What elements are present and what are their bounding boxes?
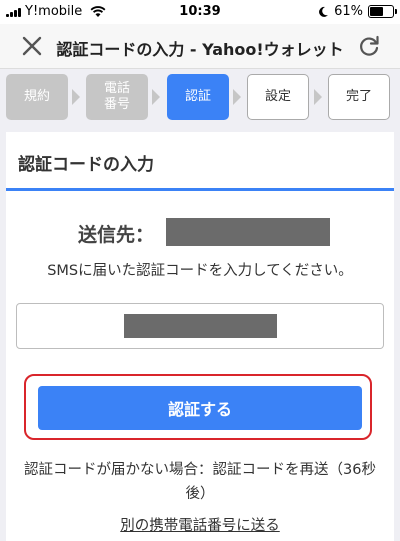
verification-card: 認証コードの入力 送信先： SMSに届いた認証コードを入力してください。 認証す… (6, 132, 394, 541)
moon-icon (319, 6, 329, 17)
status-right: 61% (317, 4, 397, 19)
section-heading: 認証コードの入力 (6, 132, 394, 191)
step-label: 設定 (264, 89, 291, 104)
destination-row: 送信先： (6, 218, 394, 246)
step-settings: 設定 (247, 74, 309, 120)
status-bar: Y!mobile 10:39 61% (0, 0, 400, 24)
battery-percent: 61% (334, 4, 363, 19)
step-label: 規約 (23, 89, 50, 104)
other-phone-link[interactable]: 別の携帯電話番号に送る (6, 514, 394, 535)
verification-code-input[interactable] (16, 303, 384, 349)
step-arrow-icon (72, 89, 80, 105)
page-title: 認証コードの入力 - Yahoo!ウォレット (56, 40, 344, 59)
step-label: 認証 (184, 89, 211, 104)
verify-button[interactable]: 認証する (38, 386, 362, 430)
instruction-text: SMSに届いた認証コードを入力してください。 (47, 263, 353, 279)
step-arrow-icon (233, 89, 241, 105)
redacted-code (124, 314, 277, 338)
reload-icon[interactable] (356, 33, 382, 59)
step-complete: 完了 (328, 74, 390, 120)
step-arrow-icon (314, 89, 322, 105)
step-arrow-icon (152, 89, 160, 105)
step-label: 完了 (345, 89, 372, 104)
step-label: 電話 番号 (103, 81, 130, 112)
step-verify: 認証 (167, 74, 229, 120)
battery-fill (370, 7, 384, 16)
resend-text: 認証コードが届かない場合：認証コードを再送（36秒後） (24, 462, 376, 502)
redacted-phone-number (166, 218, 330, 246)
step-terms: 規約 (6, 74, 68, 120)
step-phone-number: 電話 番号 (86, 74, 148, 120)
close-icon[interactable] (18, 32, 46, 60)
progress-steps: 規約 電話 番号 認証 設定 完了 (6, 74, 396, 122)
destination-label: 送信先： (78, 224, 155, 246)
battery-icon (368, 5, 397, 18)
nav-bar: 認証コードの入力 - Yahoo!ウォレット (0, 24, 400, 69)
